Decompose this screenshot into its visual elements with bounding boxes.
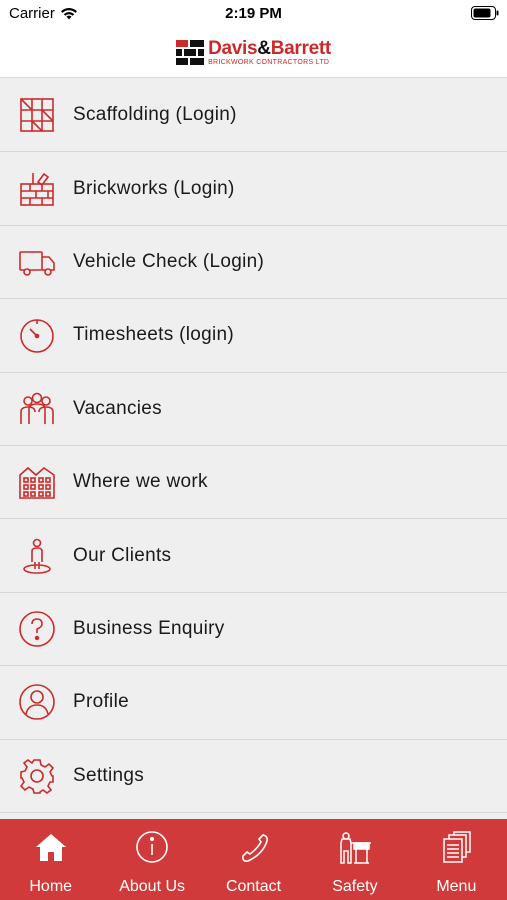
main-menu-list: Scaffolding (Login) Brickworks (Login) V…: [0, 79, 507, 819]
logo-word-barrett: Barrett: [270, 38, 332, 59]
menu-item-settings[interactable]: Settings: [0, 739, 507, 813]
home-icon: [33, 829, 69, 865]
company-logo[interactable]: Davis&Barrett BRICKWORK CONTRACTORS LTD: [176, 39, 331, 66]
battery-icon: [471, 6, 499, 24]
logo-ampersand: &: [257, 38, 271, 59]
menu-item-label: Timesheets (login): [73, 324, 234, 346]
menu-item-timesheets[interactable]: Timesheets (login): [0, 299, 507, 373]
app-header: Davis&Barrett BRICKWORK CONTRACTORS LTD: [0, 28, 507, 78]
logo-word-davis: Davis: [208, 38, 258, 59]
tab-safety[interactable]: Safety: [304, 819, 405, 900]
info-icon: [134, 829, 170, 865]
tab-home[interactable]: Home: [0, 819, 101, 900]
tab-menu[interactable]: Menu: [406, 819, 507, 900]
menu-item-label: Business Enquiry: [73, 617, 225, 639]
phone-icon: [236, 829, 272, 865]
menu-item-label: Profile: [73, 691, 129, 713]
tab-label: Menu: [436, 878, 477, 895]
gear-icon: [17, 756, 57, 796]
menu-item-profile[interactable]: Profile: [0, 666, 507, 740]
menu-item-vehicle-check[interactable]: Vehicle Check (Login): [0, 225, 507, 300]
stopwatch-icon: [17, 315, 57, 355]
menu-item-label: Where we work: [73, 471, 208, 493]
tab-label: Contact: [225, 878, 282, 895]
scaffolding-icon: [17, 95, 57, 135]
tab-label: Home: [29, 878, 73, 895]
tab-contact[interactable]: Contact: [203, 819, 304, 900]
tab-label: Safety: [332, 878, 378, 895]
menu-item-business-enquiry[interactable]: Business Enquiry: [0, 592, 507, 667]
brickwork-icon: [17, 169, 57, 209]
logo-subtitle: BRICKWORK CONTRACTORS LTD: [208, 59, 330, 66]
tab-label: About Us: [119, 878, 186, 895]
menu-item-label: Vacancies: [73, 397, 162, 419]
menu-item-scaffolding[interactable]: Scaffolding (Login): [0, 79, 507, 153]
tab-about-us[interactable]: About Us: [101, 819, 202, 900]
brick-logo-icon: [176, 39, 205, 65]
status-bar: Carrier 2:19 PM: [0, 0, 507, 28]
safety-worker-icon: [337, 829, 373, 865]
people-icon: [17, 389, 57, 429]
person-pin-icon: [17, 536, 57, 576]
menu-item-vacancies[interactable]: Vacancies: [0, 372, 507, 446]
menu-item-label: Settings: [73, 764, 145, 786]
user-circle-icon: [17, 682, 57, 722]
menu-item-label: Brickworks (Login): [73, 177, 235, 199]
documents-icon: [438, 829, 474, 865]
buildings-icon: [17, 462, 57, 502]
menu-item-our-clients[interactable]: Our Clients: [0, 519, 507, 593]
bottom-tab-bar: Home About Us Contact Safety Menu: [0, 819, 507, 900]
menu-item-brickworks[interactable]: Brickworks (Login): [0, 152, 507, 226]
menu-item-label: Our Clients: [73, 544, 172, 566]
menu-item-label: Scaffolding (Login): [73, 104, 237, 126]
question-icon: [17, 609, 57, 649]
menu-item-label: Vehicle Check (Login): [73, 250, 265, 272]
truck-icon: [17, 242, 57, 282]
menu-item-where-we-work[interactable]: Where we work: [0, 445, 507, 520]
clock: 2:19 PM: [225, 5, 282, 22]
